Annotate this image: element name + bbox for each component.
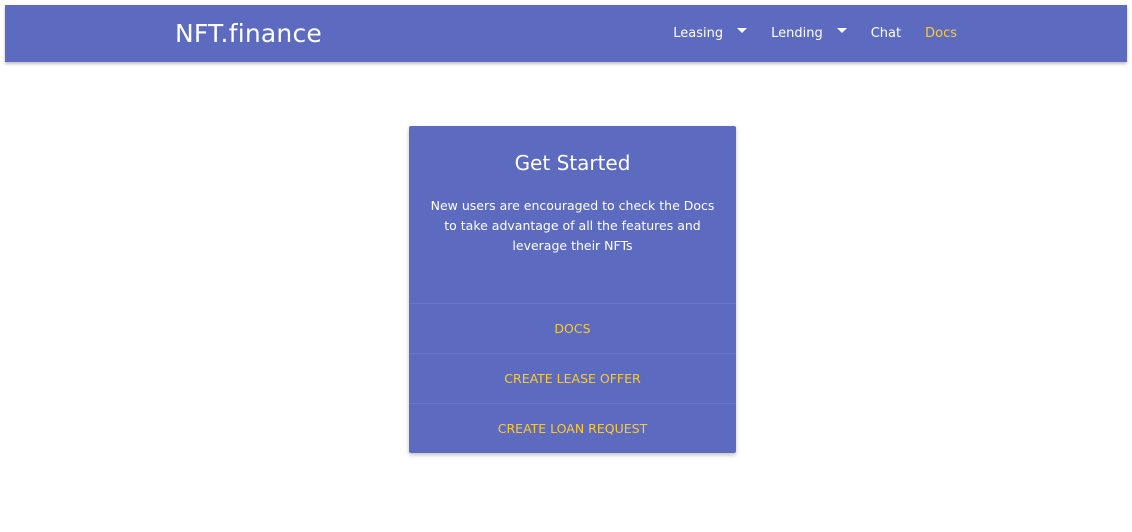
nav-docs-link[interactable]: Docs bbox=[925, 26, 957, 41]
card-title: Get Started bbox=[514, 151, 631, 175]
brand-logo[interactable]: NFT.finance bbox=[175, 5, 322, 62]
get-started-card: Get Started New users are encouraged to … bbox=[409, 126, 736, 453]
create-lease-offer-button[interactable]: CREATE LEASE OFFER bbox=[409, 353, 736, 403]
docs-button[interactable]: DOCS bbox=[409, 303, 736, 353]
nav-lending-label: Lending bbox=[771, 26, 823, 41]
nav-chat-link[interactable]: Chat bbox=[871, 26, 901, 41]
card-content: Get Started New users are encouraged to … bbox=[409, 126, 736, 303]
nav-leasing-dropdown[interactable]: Leasing bbox=[673, 26, 748, 41]
card-description: New users are encouraged to check the Do… bbox=[430, 198, 715, 253]
top-navbar: NFT.finance Leasing Lending Chat Docs bbox=[5, 5, 1127, 62]
caret-down-icon bbox=[836, 28, 847, 33]
nav-lending-dropdown[interactable]: Lending bbox=[771, 26, 847, 41]
create-loan-request-button[interactable]: CREATE LOAN REQUEST bbox=[409, 403, 736, 453]
main-nav: Leasing Lending Chat Docs bbox=[673, 5, 957, 62]
nav-leasing-label: Leasing bbox=[673, 26, 724, 41]
caret-down-icon bbox=[737, 28, 748, 33]
